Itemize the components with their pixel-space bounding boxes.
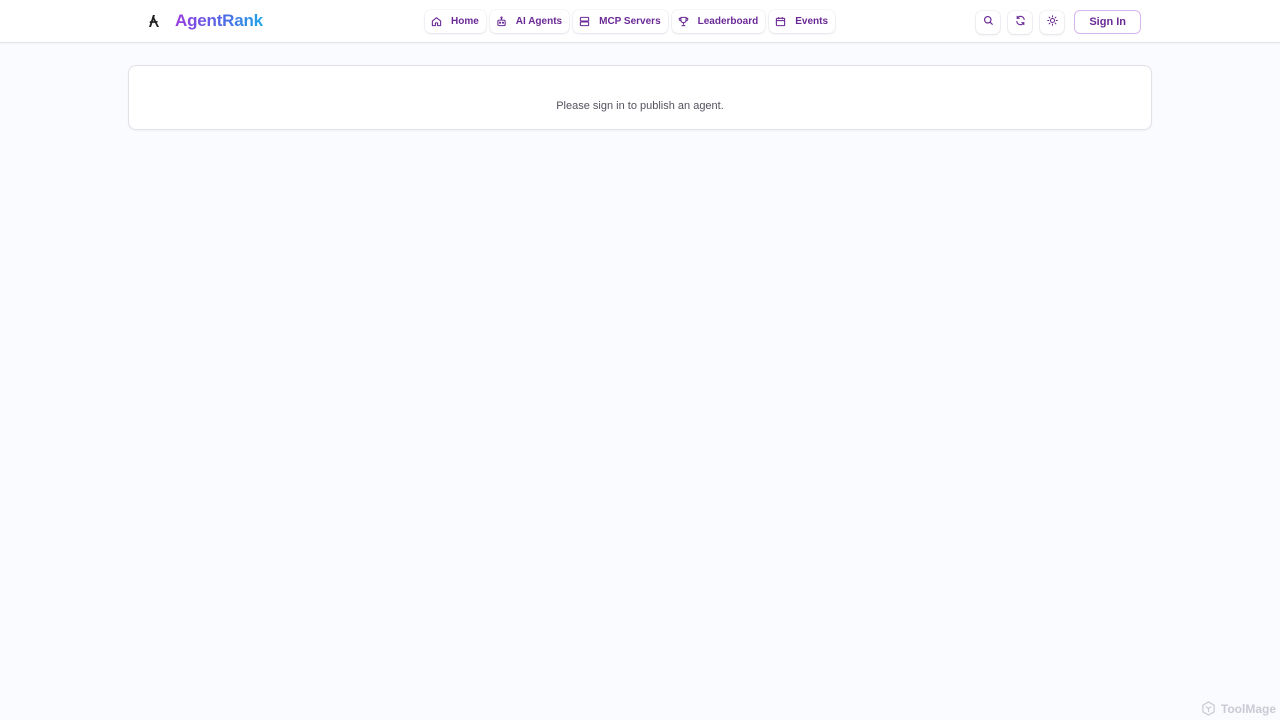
- brand-name: AgentRank: [175, 11, 263, 30]
- top-navigation-bar: AgentRank Home AI Agents MCP Servers Lea…: [0, 0, 1280, 43]
- robot-icon: [496, 16, 507, 27]
- nav-leaderboard-label: Leaderboard: [697, 16, 759, 27]
- sign-in-button[interactable]: Sign In: [1074, 10, 1141, 34]
- calendar-icon: [775, 16, 786, 27]
- main-nav: Home AI Agents MCP Servers Leaderboard E…: [425, 10, 836, 33]
- sign-in-required-card: Please sign in to publish an agent.: [128, 65, 1152, 130]
- search-button[interactable]: [976, 10, 1001, 34]
- refresh-button[interactable]: [1008, 10, 1033, 34]
- nav-ai-agents[interactable]: AI Agents: [489, 10, 570, 33]
- trophy-icon: [678, 16, 689, 27]
- search-icon: [983, 13, 994, 31]
- nav-leaderboard[interactable]: Leaderboard: [671, 10, 766, 33]
- toolmage-logo-icon: [1201, 701, 1216, 716]
- home-icon: [431, 16, 442, 27]
- nav-events[interactable]: Events: [769, 10, 836, 33]
- nav-ai-agents-label: AI Agents: [515, 16, 563, 27]
- nav-mcp-servers-label: MCP Servers: [599, 16, 661, 27]
- nav-mcp-servers[interactable]: MCP Servers: [573, 10, 668, 33]
- watermark-text: ToolMage: [1220, 701, 1276, 716]
- brand[interactable]: AgentRank: [146, 10, 263, 32]
- watermark: ToolMage: [1201, 701, 1276, 716]
- nav-events-label: Events: [795, 16, 829, 27]
- agentrank-logo-icon: [146, 12, 164, 30]
- nav-home-label: Home: [451, 16, 479, 27]
- header-tools: Sign In: [968, 10, 1141, 34]
- server-icon: [579, 16, 590, 27]
- theme-toggle-button[interactable]: [1040, 10, 1065, 34]
- nav-home[interactable]: Home: [425, 10, 486, 33]
- sign-in-required-message: Please sign in to publish an agent.: [556, 100, 724, 112]
- refresh-icon: [1015, 13, 1026, 31]
- sun-icon: [1047, 13, 1058, 31]
